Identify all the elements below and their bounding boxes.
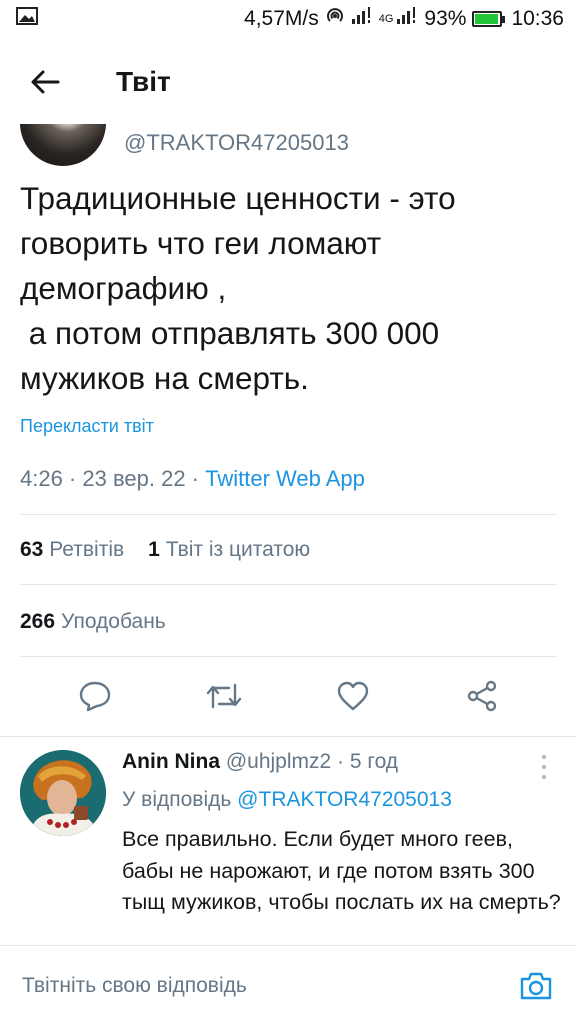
like-icon <box>337 681 368 711</box>
reply-header: Anin Nina @uhjplmz2 · 5 год <box>122 750 398 774</box>
camera-icon <box>520 972 552 1000</box>
battery-percent: 93% <box>424 7 467 30</box>
reply-author-name[interactable]: Anin Nina <box>122 750 220 773</box>
back-arrow-icon <box>31 70 60 94</box>
reply-icon <box>79 681 110 712</box>
tweet-actions <box>0 666 576 726</box>
tweet-meta: 4:26 · 23 вер. 22 · Twitter Web App <box>20 466 365 492</box>
network-type: 4G <box>378 13 394 25</box>
network-speed: 4,57M/s <box>244 7 319 30</box>
divider <box>20 656 557 657</box>
reply-button[interactable] <box>65 666 125 726</box>
replying-to-label: У відповідь <box>122 788 232 811</box>
tweet-author[interactable]: @TRAKTOR47205013 <box>20 124 560 168</box>
page-title: Твіт <box>116 66 171 97</box>
avatar[interactable] <box>20 124 106 166</box>
avatar[interactable] <box>20 750 106 836</box>
retweet-icon <box>206 683 241 709</box>
signal-icon <box>351 7 373 31</box>
clock: 10:36 <box>511 7 564 30</box>
author-handle[interactable]: @TRAKTOR47205013 <box>124 130 349 156</box>
reply-compose-bar: Твітніть свою відповідь <box>0 945 576 1024</box>
share-button[interactable] <box>452 666 512 726</box>
back-button[interactable] <box>0 38 90 126</box>
quotes-count: 1 <box>148 538 160 561</box>
image-icon <box>16 7 38 31</box>
share-icon <box>467 680 496 712</box>
likes-stat[interactable]: 266 Уподобань <box>20 610 166 634</box>
tweet-source-link[interactable]: Twitter Web App <box>205 466 365 491</box>
reply-input[interactable]: Твітніть свою відповідь <box>22 974 247 998</box>
reply-tweet[interactable]: Anin Nina @uhjplmz2 · 5 год У відповідь … <box>0 738 576 944</box>
reply-author-handle[interactable]: @uhjplmz2 <box>226 750 331 773</box>
quotes-stat[interactable]: 1 Твіт із цитатою <box>148 538 310 562</box>
replying-to-mention[interactable]: @TRAKTOR47205013 <box>237 788 452 811</box>
retweets-label: Ретвітів <box>49 538 125 561</box>
camera-button[interactable] <box>516 966 556 1006</box>
status-bar: 4,57M/s 4G 93% 10:36 <box>0 0 576 38</box>
quotes-label: Твіт із цитатою <box>165 538 311 561</box>
battery-icon <box>472 11 506 27</box>
retweets-count: 63 <box>20 538 44 561</box>
more-icon[interactable] <box>534 752 554 782</box>
translate-tweet-link[interactable]: Перекласти твіт <box>20 416 154 437</box>
divider <box>20 584 557 585</box>
retweets-stat[interactable]: 63 Ретвітів <box>20 538 124 562</box>
retweet-button[interactable] <box>194 666 254 726</box>
signal-icon-2 <box>396 7 418 31</box>
reply-text: Все правильно. Если будет много геев, ба… <box>122 827 561 914</box>
app-header: Твіт <box>0 38 576 126</box>
engagement-stats: 63 Ретвітів 1 Твіт із цитатою <box>20 538 310 562</box>
likes-count: 266 <box>20 610 56 633</box>
reply-time: · 5 год <box>337 750 399 773</box>
like-button[interactable] <box>323 666 383 726</box>
likes-label: Уподобань <box>61 610 166 633</box>
replying-to: У відповідь @TRAKTOR47205013 <box>122 788 452 812</box>
tweet-text: Традиционные ценности - это говорить что… <box>20 180 456 396</box>
hotspot-icon <box>325 6 345 32</box>
tweet-timestamp: 4:26 · 23 вер. 22 · <box>20 466 206 491</box>
separator <box>0 736 576 737</box>
divider <box>20 514 557 515</box>
